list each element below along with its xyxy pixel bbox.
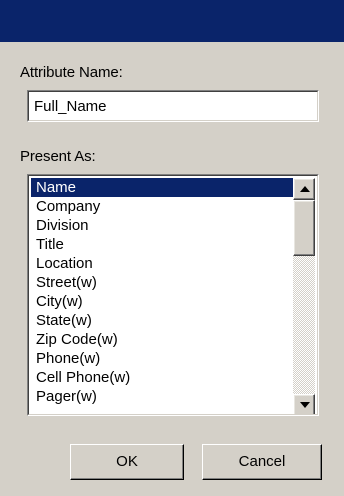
list-item[interactable]: Company — [31, 197, 295, 216]
list-item[interactable]: Zip Code(w) — [31, 330, 295, 349]
present-as-listbox-inner[interactable]: Name Company Division Title Location Str… — [28, 175, 318, 415]
attribute-name-field[interactable]: Full_Name — [27, 90, 319, 122]
present-as-listbox[interactable]: Name Company Division Title Location Str… — [27, 174, 319, 416]
triangle-down-icon — [300, 402, 310, 408]
title-bar[interactable] — [0, 0, 344, 42]
vertical-scrollbar[interactable] — [293, 178, 315, 414]
cancel-button[interactable]: Cancel — [202, 444, 322, 480]
list-item[interactable]: Pager(w) — [31, 387, 295, 406]
attribute-name-value[interactable]: Full_Name — [34, 98, 107, 115]
list-item[interactable]: Title — [31, 235, 295, 254]
attribute-dialog: Attribute Name: Full_Name Present As: Na… — [0, 0, 344, 496]
list-item[interactable]: Division — [31, 216, 295, 235]
scroll-up-button[interactable] — [293, 178, 315, 200]
ok-button[interactable]: OK — [70, 444, 184, 480]
list-item[interactable]: Phone(w) — [31, 349, 295, 368]
list-item[interactable]: Street(w) — [31, 273, 295, 292]
present-as-label: Present As: — [20, 148, 96, 165]
scroll-down-button[interactable] — [293, 394, 315, 414]
list-item[interactable]: State(w) — [31, 311, 295, 330]
present-as-list[interactable]: Name Company Division Title Location Str… — [31, 178, 295, 414]
attribute-name-label: Attribute Name: — [20, 64, 123, 81]
list-item[interactable]: City(w) — [31, 292, 295, 311]
attribute-name-field-inner[interactable]: Full_Name — [28, 91, 318, 121]
triangle-up-icon — [300, 186, 310, 192]
scroll-thumb[interactable] — [293, 200, 315, 256]
list-item[interactable]: Cell Phone(w) — [31, 368, 295, 387]
list-item[interactable]: Name — [31, 178, 295, 197]
list-item[interactable]: Location — [31, 254, 295, 273]
